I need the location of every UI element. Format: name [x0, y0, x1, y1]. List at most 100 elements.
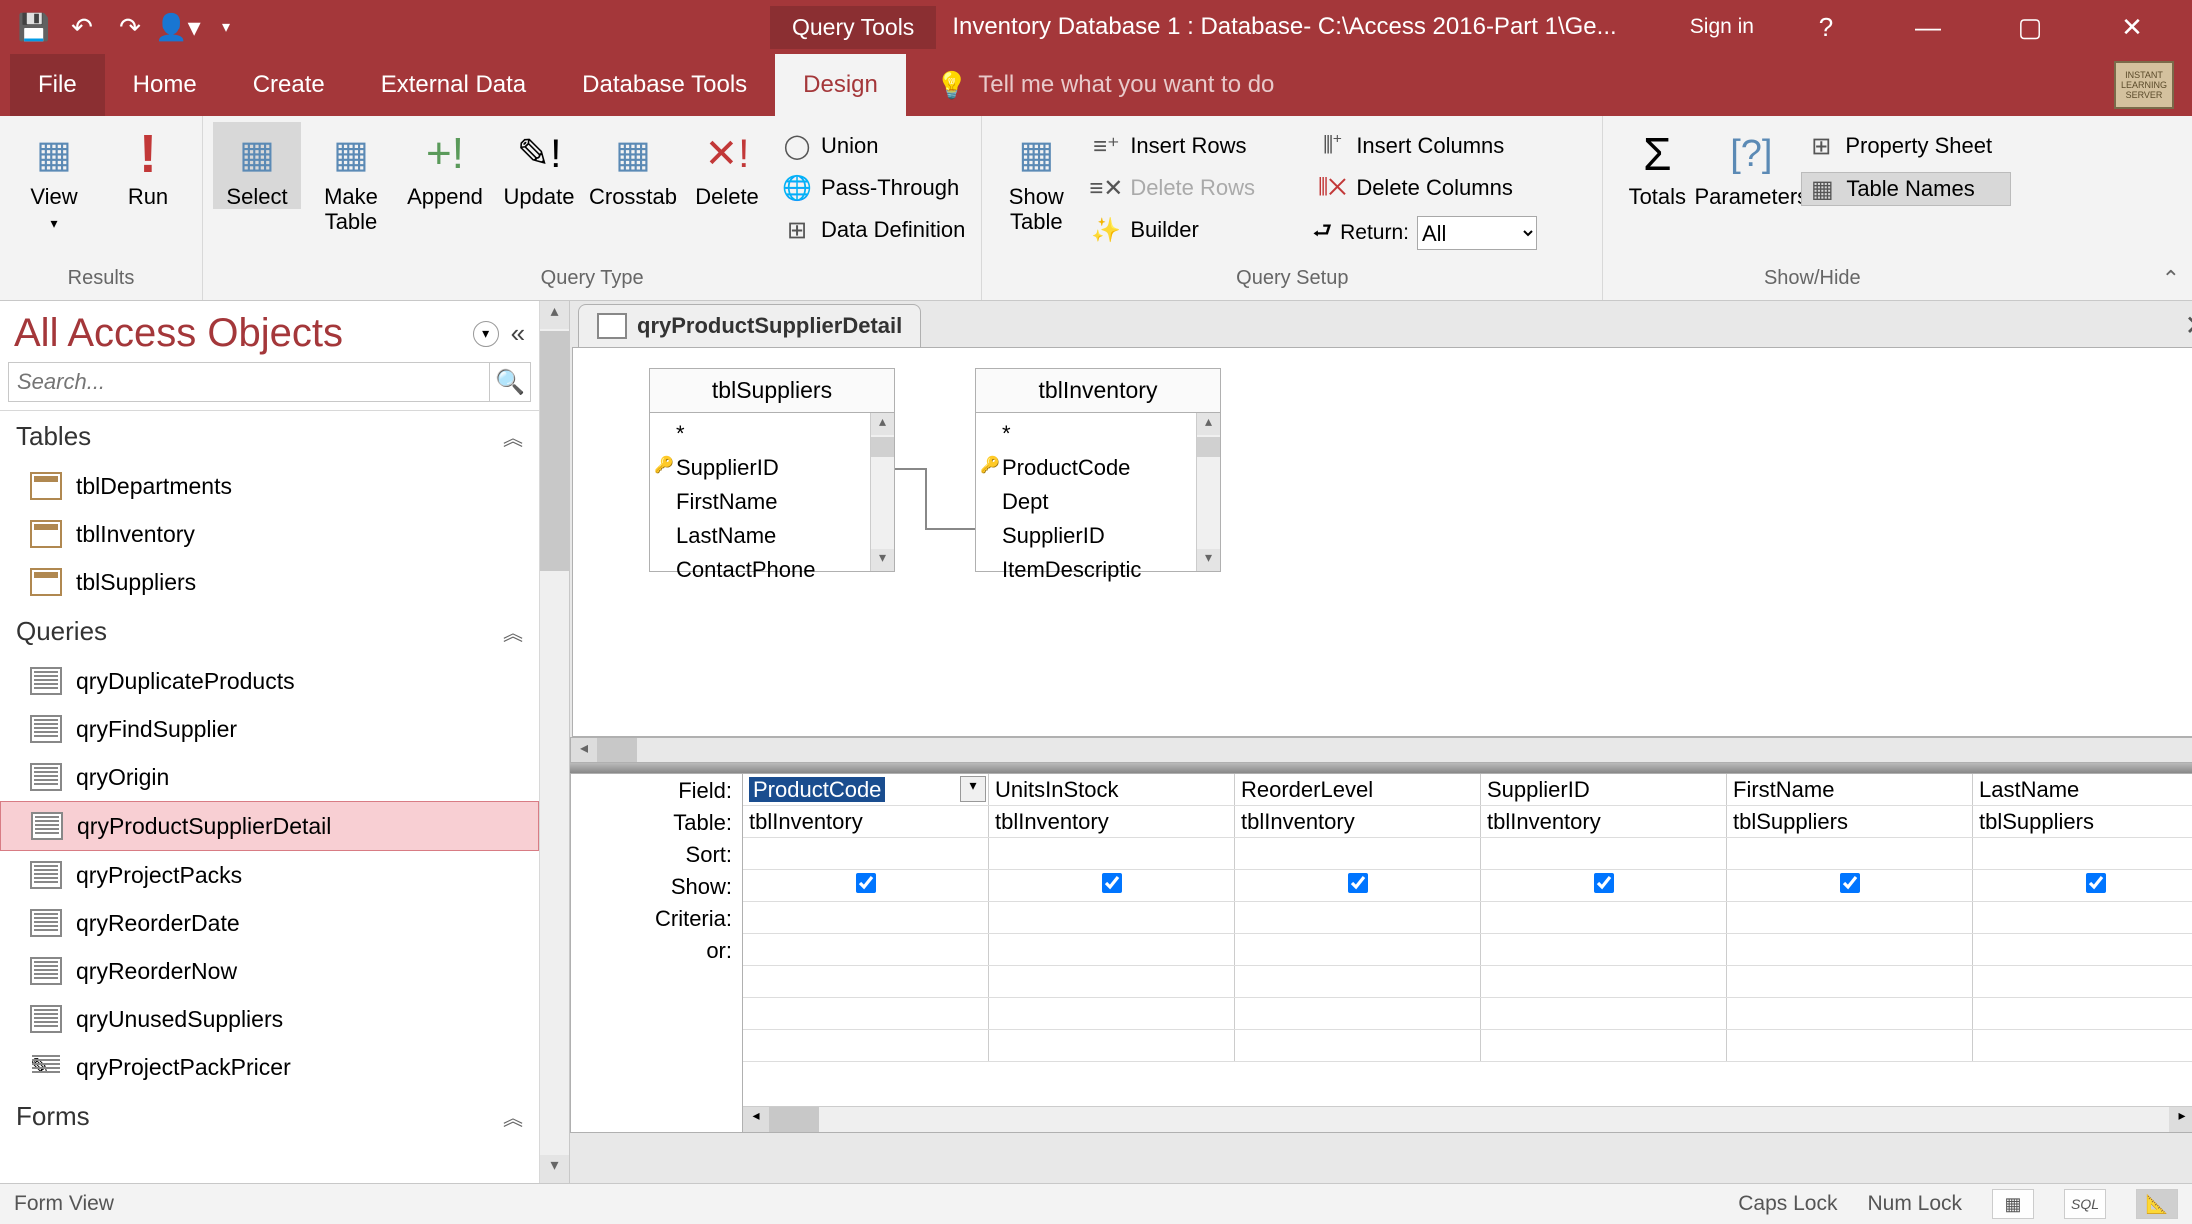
table-scrollbar[interactable]: ▴▾ [870, 413, 894, 571]
qbe-cell[interactable]: FirstName [1727, 774, 1973, 805]
qbe-cell[interactable] [989, 934, 1235, 965]
minimize-button[interactable]: — [1898, 12, 1958, 43]
qbe-cell[interactable]: tblInventory [1481, 806, 1727, 837]
qbe-cell[interactable] [1727, 902, 1973, 933]
qbe-cell[interactable] [1973, 902, 2192, 933]
qbe-cell[interactable] [1481, 838, 1727, 869]
nav-item-qryduplicateproducts[interactable]: qryDuplicateProducts [0, 657, 539, 705]
qbe-cell[interactable] [1481, 1030, 1727, 1061]
qbe-cell[interactable] [1973, 1030, 2192, 1061]
qbe-cell[interactable] [1727, 838, 1973, 869]
nav-category-forms[interactable]: Forms︽ [0, 1091, 539, 1142]
qbe-cell[interactable]: ReorderLevel [1235, 774, 1481, 805]
qbe-cell[interactable]: ProductCode▾ [743, 774, 989, 805]
datasheet-view-button[interactable]: ▦ [1992, 1189, 2034, 1219]
scroll-thumb[interactable] [540, 331, 569, 571]
help-button[interactable]: ? [1796, 12, 1856, 43]
nav-search-input[interactable] [8, 362, 489, 402]
tab-design[interactable]: Design [775, 54, 906, 116]
qbe-cell[interactable] [1727, 998, 1973, 1029]
qbe-cell[interactable] [1973, 966, 2192, 997]
union-button[interactable]: ◯Union [777, 130, 971, 162]
undo-button[interactable]: ↶ [58, 5, 106, 49]
show-table-button[interactable]: ▦Show Table [992, 122, 1080, 235]
data-definition-button[interactable]: ⊞Data Definition [777, 214, 971, 246]
make-table-button[interactable]: ▦Make Table [307, 122, 395, 235]
delete-rows-button[interactable]: ≡✕Delete Rows [1086, 172, 1306, 204]
qbe-cell[interactable] [1235, 998, 1481, 1029]
tab-database-tools[interactable]: Database Tools [554, 54, 775, 116]
append-button[interactable]: +!Append [401, 122, 489, 209]
view-button[interactable]: ▦ View ▾ [10, 122, 98, 232]
select-query-button[interactable]: ▦Select [213, 122, 301, 209]
qbe-cell[interactable] [1481, 870, 1727, 901]
tab-home[interactable]: Home [105, 54, 225, 116]
qbe-cell[interactable] [1727, 1030, 1973, 1061]
tab-external-data[interactable]: External Data [353, 54, 554, 116]
qbe-cell[interactable] [1973, 838, 2192, 869]
qbe-cell[interactable] [989, 838, 1235, 869]
sql-view-button[interactable]: SQL [2064, 1189, 2106, 1219]
show-checkbox[interactable] [2086, 873, 2106, 893]
qbe-cell[interactable] [1481, 998, 1727, 1029]
field-item[interactable]: ContactPhone [650, 553, 894, 587]
save-button[interactable]: 💾 [10, 5, 58, 49]
qbe-cell[interactable] [743, 838, 989, 869]
show-checkbox[interactable] [856, 873, 876, 893]
qbe-cell[interactable]: SupplierID [1481, 774, 1727, 805]
show-checkbox[interactable] [1348, 873, 1368, 893]
passthrough-button[interactable]: 🌐Pass-Through [777, 172, 971, 204]
document-tab[interactable]: qryProductSupplierDetail [578, 304, 921, 347]
insert-rows-button[interactable]: ≡⁺Insert Rows [1086, 130, 1306, 162]
nav-shutter-button[interactable]: « [511, 318, 525, 349]
insert-columns-button[interactable]: ⫴⁺Insert Columns [1312, 130, 1592, 162]
crosstab-button[interactable]: ▦Crosstab [589, 122, 677, 209]
nav-item-qryprojectpacks[interactable]: qryProjectPacks [0, 851, 539, 899]
qbe-cell[interactable] [1727, 870, 1973, 901]
qbe-cell[interactable] [1235, 870, 1481, 901]
diagram-hscrollbar[interactable]: ◂▸ [570, 737, 2192, 763]
field-item[interactable]: * [650, 417, 894, 451]
table-box-suppliers[interactable]: tblSuppliers * SupplierID FirstName Last… [649, 368, 895, 572]
qat-item[interactable]: 👤▾ [154, 5, 202, 49]
nav-item-tblinventory[interactable]: tblInventory [0, 510, 539, 558]
redo-button[interactable]: ↷ [106, 5, 154, 49]
scroll-down-icon[interactable]: ▾ [540, 1155, 569, 1183]
nav-item-qryreordernow[interactable]: qryReorderNow [0, 947, 539, 995]
qbe-cell[interactable]: tblInventory [1235, 806, 1481, 837]
nav-category-queries[interactable]: Queries︽ [0, 606, 539, 657]
qbe-cell[interactable] [1481, 966, 1727, 997]
qbe-cell[interactable] [989, 998, 1235, 1029]
nav-filter-dropdown[interactable]: ▾ [473, 321, 499, 347]
parameters-button[interactable]: [?]Parameters [1707, 122, 1795, 209]
qbe-cell[interactable]: tblSuppliers [1973, 806, 2192, 837]
nav-scrollbar[interactable]: ▴ ▾ [539, 301, 569, 1183]
qbe-cell[interactable] [743, 1030, 989, 1061]
delete-query-button[interactable]: ✕!Delete [683, 122, 771, 209]
nav-item-qryprojectpackpricer[interactable]: ✎qryProjectPackPricer [0, 1043, 539, 1091]
nav-item-qryfindsupplier[interactable]: qryFindSupplier [0, 705, 539, 753]
scroll-up-icon[interactable]: ▴ [540, 301, 569, 329]
qbe-cell[interactable]: tblInventory [989, 806, 1235, 837]
table-box-inventory[interactable]: tblInventory * ProductCode Dept Supplier… [975, 368, 1221, 572]
query-diagram[interactable]: tblSuppliers * SupplierID FirstName Last… [572, 347, 2192, 737]
show-checkbox[interactable] [1594, 873, 1614, 893]
qbe-cell[interactable] [1727, 966, 1973, 997]
qbe-cell[interactable] [743, 934, 989, 965]
nav-item-qryreorderdate[interactable]: qryReorderDate [0, 899, 539, 947]
qbe-cell[interactable] [743, 902, 989, 933]
show-checkbox[interactable] [1840, 873, 1860, 893]
tell-me-search[interactable]: 💡 Tell me what you want to do [936, 54, 1275, 116]
builder-button[interactable]: ✨Builder [1086, 214, 1306, 246]
table-scrollbar[interactable]: ▴▾ [1196, 413, 1220, 571]
field-item[interactable]: FirstName [650, 485, 894, 519]
dropdown-icon[interactable]: ▾ [960, 776, 986, 802]
qbe-cell[interactable]: tblInventory [743, 806, 989, 837]
qbe-cell[interactable] [1481, 934, 1727, 965]
qbe-cell[interactable]: UnitsInStock [989, 774, 1235, 805]
nav-item-tbldepartments[interactable]: tblDepartments [0, 462, 539, 510]
update-button[interactable]: ✎!Update [495, 122, 583, 209]
nav-item-qryunusedsuppliers[interactable]: qryUnusedSuppliers [0, 995, 539, 1043]
qbe-cell[interactable] [1727, 934, 1973, 965]
qbe-cell[interactable] [1235, 902, 1481, 933]
